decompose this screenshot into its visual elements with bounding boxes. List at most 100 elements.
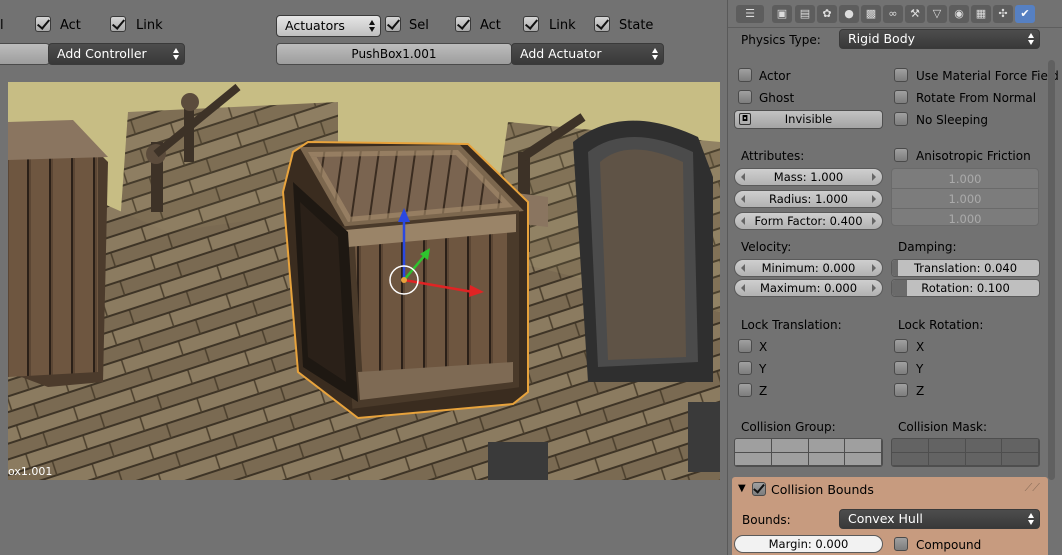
physics-type-value: Rigid Body	[848, 31, 916, 46]
lock-rotation-x-label: X	[916, 340, 925, 354]
lock-rotation-label: Lock Rotation:	[898, 318, 984, 332]
expand-triangle-icon[interactable]: ▼	[738, 483, 746, 494]
actuators-link-checkbox[interactable]	[523, 16, 539, 32]
constraints-icon[interactable]: ∞	[883, 5, 903, 23]
collision-group-label: Collision Group:	[741, 420, 836, 434]
controllers-link-label: Link	[136, 18, 163, 33]
damping-translation-value: Translation: 0.040	[913, 261, 1018, 275]
particles-icon[interactable]: ✣	[993, 5, 1013, 23]
lock-rotation-z-checkbox[interactable]	[894, 383, 908, 397]
actuators-state-label: State	[619, 18, 654, 33]
chevron-updown-icon	[173, 47, 180, 61]
lock-translation-z-checkbox[interactable]	[738, 383, 752, 397]
compound-label: Compound	[916, 538, 982, 552]
anisotropic-x: 1.000	[892, 169, 1038, 189]
render-layers-icon[interactable]: ▤	[795, 5, 815, 23]
scene-icon[interactable]: ✿	[817, 5, 837, 23]
chevron-updown-icon	[1028, 32, 1035, 46]
material-icon[interactable]: ◉	[949, 5, 969, 23]
actuators-state-checkbox[interactable]	[594, 16, 610, 32]
modifiers-icon[interactable]: ⚒	[905, 5, 925, 23]
chevron-updown-icon	[1028, 512, 1035, 526]
lock-rotation-z-label: Z	[916, 384, 925, 398]
collision-mask-label: Collision Mask:	[898, 420, 988, 434]
collision-bounds-header[interactable]: ▼ Collision Bounds ⟋⟋	[732, 477, 1048, 503]
data-icon[interactable]: ▽	[927, 5, 947, 23]
lock-rotation-y-label: Y	[916, 362, 924, 376]
ghost-checkbox[interactable]	[738, 90, 752, 104]
radius-field[interactable]: Radius: 1.000	[734, 190, 883, 208]
collision-group-grid[interactable]	[734, 438, 883, 467]
damping-translation-fill	[892, 260, 898, 276]
logic-editor-header: l Act Link Add Controller Actuators Sel …	[0, 0, 720, 80]
lock-translation-y-checkbox[interactable]	[738, 361, 752, 375]
damping-rotation-fill	[892, 280, 907, 296]
collision-bounds-checkbox[interactable]	[752, 482, 766, 496]
lock-translation-x-label: X	[759, 340, 768, 354]
actuators-type-select[interactable]: Actuators	[276, 15, 381, 37]
properties-scrollbar[interactable]	[1048, 60, 1055, 480]
collision-mask-grid[interactable]	[891, 438, 1040, 467]
lock-rotation-y-checkbox[interactable]	[894, 361, 908, 375]
anisotropic-friction-label: Anisotropic Friction	[916, 149, 1031, 163]
viewport-object-label: ox1.001	[8, 465, 53, 478]
compound-checkbox[interactable]	[894, 537, 908, 551]
add-controller-dropdown[interactable]: Add Controller	[48, 43, 185, 65]
add-actuator-dropdown[interactable]: Add Actuator	[511, 43, 664, 65]
no-sleeping-checkbox[interactable]	[894, 112, 908, 126]
bounds-dropdown[interactable]: Convex Hull	[839, 509, 1040, 529]
drag-handle-icon[interactable]: ⟋⟋	[1025, 481, 1040, 495]
lock-translation-label: Lock Translation:	[741, 318, 842, 332]
lock-rotation-x-checkbox[interactable]	[894, 339, 908, 353]
damping-rotation-value: Rotation: 0.100	[921, 281, 1010, 295]
actuators-act-label: Act	[480, 18, 501, 33]
ghost-label: Ghost	[759, 91, 795, 105]
properties-toolbar: ☰ ▣ ▤ ✿ ● ▩ ∞ ⚒ ▽ ◉ ▦ ✣ ✔	[728, 0, 1062, 28]
collision-bounds-body: Bounds: Convex Hull Margin: 0.000 Compou…	[732, 503, 1048, 555]
damping-translation-slider[interactable]: Translation: 0.040	[891, 259, 1040, 277]
mass-field[interactable]: Mass: 1.000	[734, 168, 883, 186]
anisotropic-values: 1.000 1.000 1.000	[891, 168, 1039, 226]
form-factor-field[interactable]: Form Factor: 0.400	[734, 212, 883, 230]
actuators-link-label: Link	[549, 18, 576, 33]
margin-field[interactable]: Margin: 0.000	[734, 535, 883, 553]
anisotropic-friction-checkbox[interactable]	[894, 148, 908, 162]
velocity-max-field[interactable]: Maximum: 0.000	[734, 279, 883, 297]
actuators-type-label: Actuators	[285, 18, 345, 33]
margin-value: Margin: 0.000	[768, 537, 849, 551]
actor-checkbox[interactable]	[738, 68, 752, 82]
actuators-act-checkbox[interactable]	[455, 16, 471, 32]
collision-bounds-title: Collision Bounds	[771, 482, 874, 497]
3d-viewport[interactable]: ox1.001	[8, 82, 720, 480]
controllers-act-checkbox[interactable]	[35, 16, 51, 32]
physics-icon[interactable]: ✔	[1015, 5, 1035, 23]
actuator-object-field[interactable]: PushBox1.001	[276, 43, 512, 65]
controller-object-field[interactable]	[0, 43, 50, 65]
physics-type-dropdown[interactable]: Rigid Body	[839, 29, 1040, 49]
mass-value: Mass: 1.000	[773, 170, 844, 184]
texture-icon[interactable]: ▦	[971, 5, 991, 23]
use-material-force-field-checkbox[interactable]	[894, 68, 908, 82]
controllers-link-checkbox[interactable]	[110, 16, 126, 32]
rotate-from-normal-checkbox[interactable]	[894, 90, 908, 104]
damping-rotation-slider[interactable]: Rotation: 0.100	[891, 279, 1040, 297]
velocity-max-value: Maximum: 0.000	[759, 281, 858, 295]
velocity-label: Velocity:	[741, 240, 792, 254]
no-sleeping-label: No Sleeping	[916, 113, 989, 127]
velocity-min-field[interactable]: Minimum: 0.000	[734, 259, 883, 277]
editor-type-icon[interactable]: ☰	[736, 5, 764, 23]
render-icon[interactable]: ▣	[772, 5, 792, 23]
use-material-force-field-label: Use Material Force Field	[916, 69, 1059, 83]
invisible-label: Invisible	[784, 112, 833, 126]
chevron-updown-icon	[369, 19, 376, 33]
lock-translation-x-checkbox[interactable]	[738, 339, 752, 353]
properties-panel: ☰ ▣ ▤ ✿ ● ▩ ∞ ⚒ ▽ ◉ ▦ ✣ ✔ Physics Type: …	[727, 0, 1062, 555]
chevron-updown-icon	[652, 47, 659, 61]
rotate-from-normal-label: Rotate From Normal	[916, 91, 1037, 105]
actuators-sel-checkbox[interactable]	[385, 16, 401, 32]
form-factor-value: Form Factor: 0.400	[754, 214, 863, 228]
world-icon[interactable]: ●	[839, 5, 859, 23]
velocity-min-value: Minimum: 0.000	[761, 261, 856, 275]
invisible-toggle[interactable]: ◘ Invisible	[734, 110, 883, 129]
object-icon[interactable]: ▩	[861, 5, 881, 23]
